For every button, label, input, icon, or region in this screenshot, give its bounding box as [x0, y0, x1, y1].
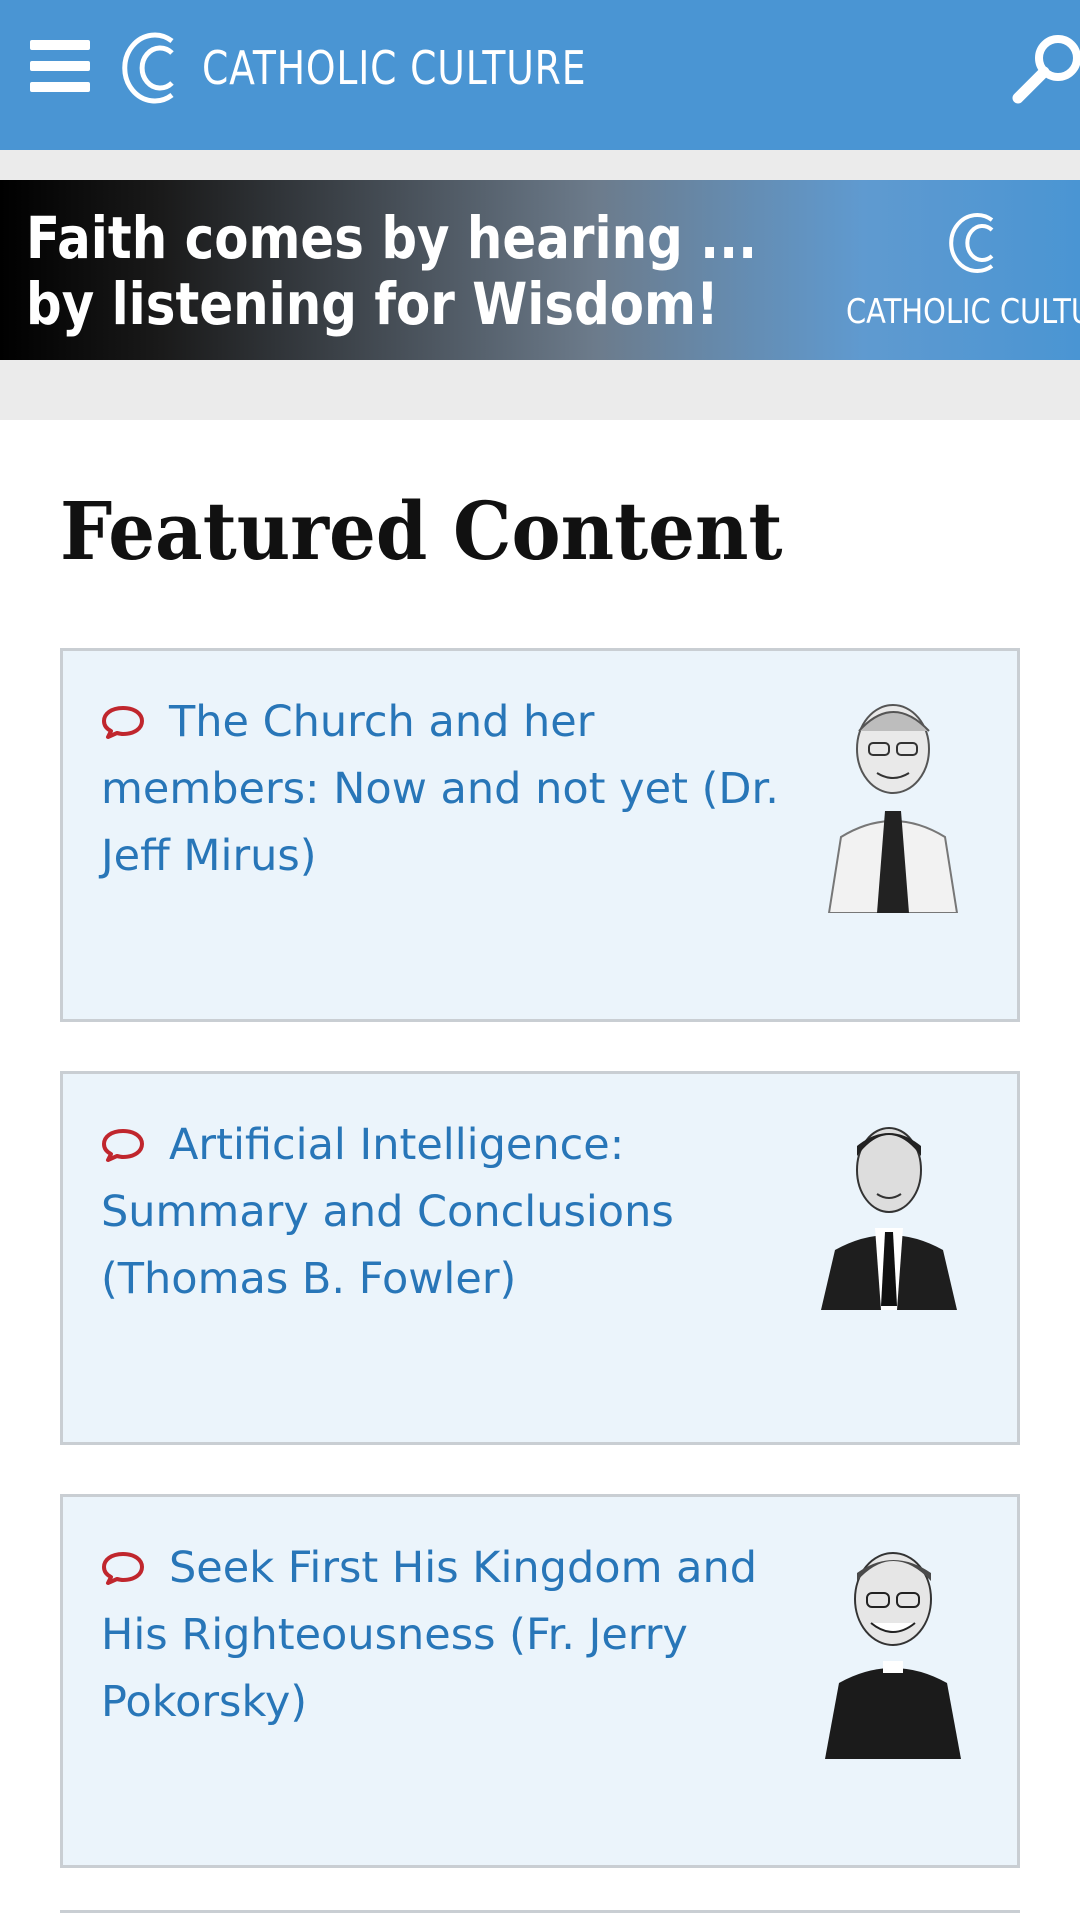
- banner-line-1: Faith comes by hearing ...: [26, 204, 758, 272]
- promo-banner[interactable]: Faith comes by hearing ... by listening …: [0, 180, 1080, 360]
- page-title: Featured Content: [60, 484, 783, 578]
- featured-item-title: Artificial Intelligence: Summary and Con…: [101, 1120, 674, 1304]
- banner-logo-icon: [949, 213, 994, 273]
- site-logo[interactable]: CATHOLIC CULTURE: [122, 28, 671, 108]
- banner-brand: CATHOLIC CULTURE: [846, 292, 1080, 332]
- catholic-culture-logo-icon: [122, 32, 174, 104]
- featured-item[interactable]: The Church and her members: Now and not …: [60, 648, 1020, 1022]
- featured-item[interactable]: Artificial Intelligence: Summary and Con…: [60, 1071, 1020, 1445]
- portrait-jerry-pokorsky: [825, 1552, 961, 1759]
- featured-item-title: The Church and her members: Now and not …: [101, 697, 779, 881]
- featured-item-link[interactable]: The Church and her members: Now and not …: [101, 689, 821, 890]
- portrait-thomas-fowler: [821, 1127, 957, 1310]
- search-icon[interactable]: [1006, 28, 1080, 108]
- featured-item-link[interactable]: Seek First His Kingdom and His Righteous…: [101, 1535, 821, 1736]
- banner-line-2: by listening for Wisdom!: [26, 270, 719, 338]
- comment-icon: [102, 1129, 144, 1162]
- portrait-jeff-mirus: [827, 704, 959, 913]
- featured-item-link[interactable]: Artificial Intelligence: Summary and Con…: [101, 1112, 821, 1313]
- brand-name: CATHOLIC CULTURE: [202, 41, 587, 95]
- top-bar: CATHOLIC CULTURE: [0, 0, 1080, 150]
- featured-item[interactable]: Seek First His Kingdom and His Righteous…: [60, 1494, 1020, 1868]
- comment-icon: [102, 706, 144, 739]
- section-divider: [60, 1910, 1020, 1913]
- featured-item-title: Seek First His Kingdom and His Righteous…: [101, 1543, 758, 1727]
- hamburger-icon[interactable]: [30, 40, 90, 92]
- comment-icon: [102, 1552, 144, 1585]
